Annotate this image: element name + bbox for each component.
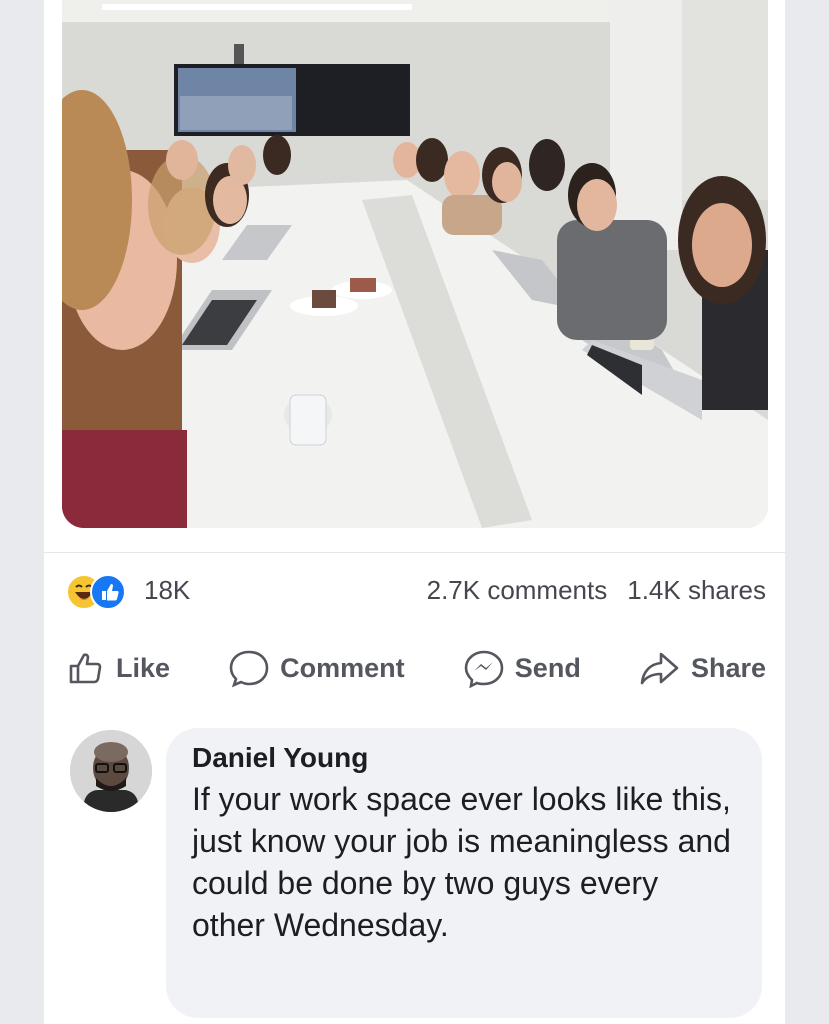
thumbs-up-icon: [69, 653, 102, 684]
share-arrow-icon: [640, 652, 679, 685]
comment-icon: [229, 650, 269, 688]
comment-bubble: Daniel Young If your work space ever loo…: [166, 728, 762, 1018]
reaction-count: 18K: [144, 574, 191, 605]
comments-count[interactable]: 2.7K comments: [427, 575, 608, 606]
send-label: Send: [514, 652, 581, 683]
comment-button[interactable]: Comment: [228, 648, 405, 688]
post-action-bar: Like Comment Send Share: [66, 640, 766, 696]
send-button[interactable]: Send: [463, 648, 581, 688]
reactions-summary[interactable]: 18K: [66, 572, 191, 610]
avatar[interactable]: [70, 730, 152, 812]
share-label: Share: [690, 652, 766, 683]
post-photo-illustration: [62, 0, 768, 528]
post-photo[interactable]: [62, 0, 768, 528]
comment-label: Comment: [280, 652, 405, 683]
share-button[interactable]: Share: [639, 648, 766, 688]
shares-count[interactable]: 1.4K shares: [627, 575, 766, 606]
comment-text: If your work space ever looks like this,…: [192, 781, 731, 943]
like-label: Like: [116, 652, 171, 683]
divider: [44, 552, 785, 553]
comment-author[interactable]: Daniel Young: [192, 742, 736, 774]
engagement-counts: 2.7K comments 1.4K shares: [427, 575, 766, 606]
reaction-icons: [66, 572, 136, 610]
messenger-icon: [464, 650, 504, 688]
post-stats: 18K 2.7K comments 1.4K shares: [66, 568, 766, 612]
like-icon: [90, 574, 126, 610]
like-button[interactable]: Like: [66, 648, 170, 688]
